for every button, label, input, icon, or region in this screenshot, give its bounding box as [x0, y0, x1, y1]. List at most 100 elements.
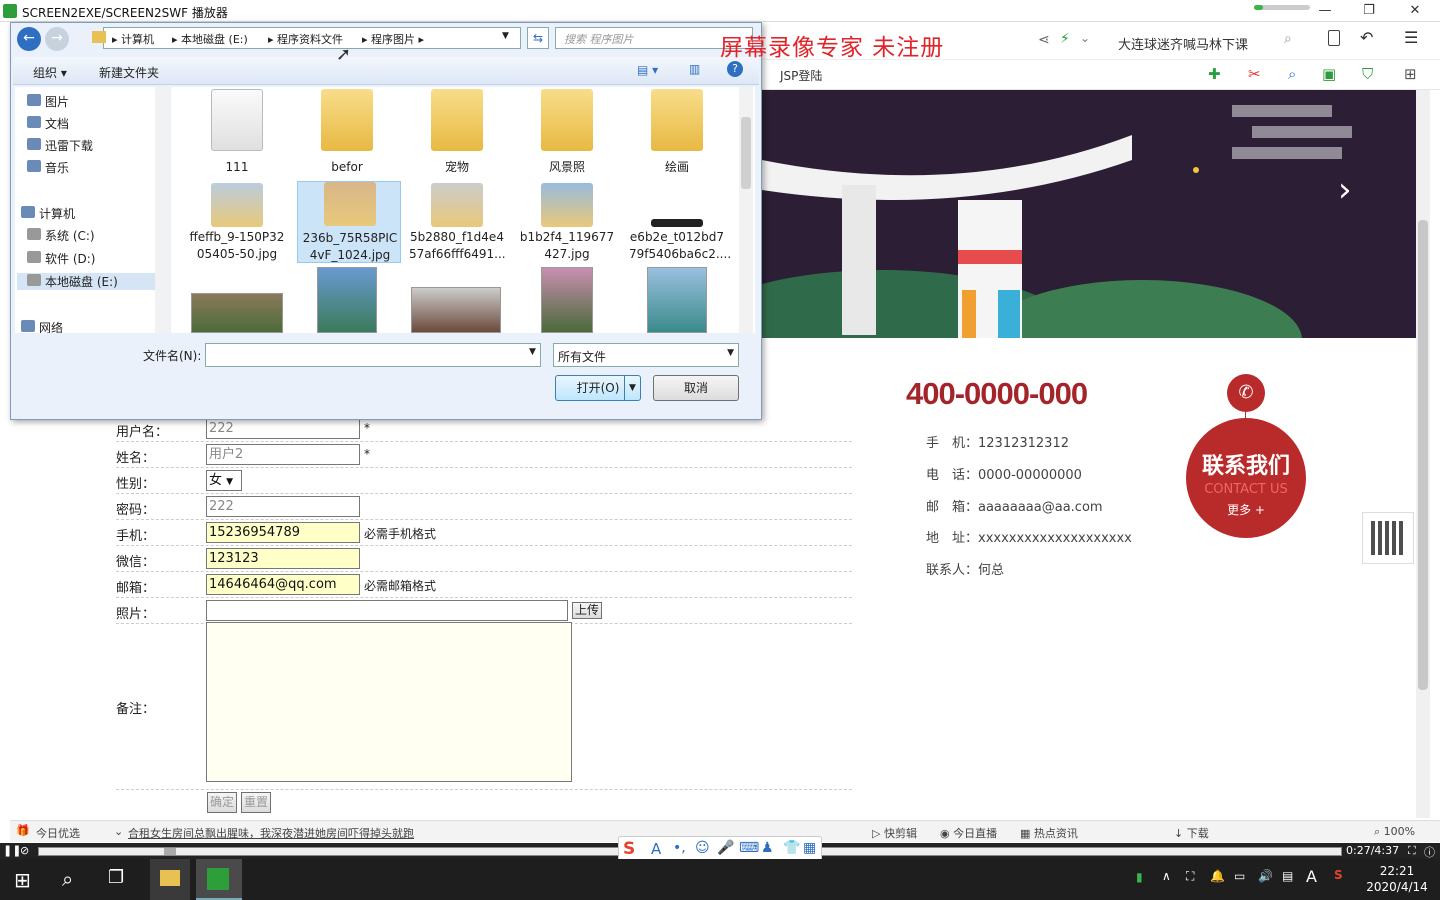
- zoom-level[interactable]: ⌕ 100%: [1374, 825, 1415, 839]
- image-file-item[interactable]: ffeffb_9-150P32 05405-50.jpg: [189, 183, 285, 273]
- user-icon[interactable]: ♟: [761, 840, 774, 856]
- nav-drive-c[interactable]: 系统 (C:): [27, 227, 95, 244]
- seek-knob[interactable]: [164, 848, 177, 855]
- filetype-select[interactable]: 所有文件 ▼: [553, 343, 739, 367]
- nav-scrollbar[interactable]: [155, 87, 169, 333]
- nav-pictures[interactable]: 图片: [27, 93, 69, 110]
- page-scrollbar[interactable]: [1416, 90, 1430, 818]
- lightning-icon[interactable]: ⚡: [1060, 31, 1070, 47]
- page-scrollbar-thumb[interactable]: [1418, 220, 1428, 690]
- upload-button[interactable]: 上传: [572, 602, 602, 619]
- image-thumbnail[interactable]: [541, 267, 593, 333]
- clock[interactable]: 22:21 2020/4/14: [1362, 863, 1432, 895]
- nav-drive-d[interactable]: 软件 (D:): [27, 250, 95, 267]
- hot-news-link[interactable]: ▦ 热点资讯: [1020, 825, 1078, 841]
- folder-item[interactable]: befor: [299, 89, 395, 179]
- filename-dropdown-icon[interactable]: ▼: [529, 347, 536, 357]
- keyboard-icon[interactable]: ⌨: [739, 840, 759, 856]
- quick-edit-link[interactable]: ▷ 快剪辑: [872, 825, 917, 841]
- refresh-icon[interactable]: ⇆: [527, 27, 549, 49]
- email-input[interactable]: 14646464@qq.com: [206, 574, 360, 595]
- password-input[interactable]: 222: [206, 496, 360, 517]
- image-file-item[interactable]: b1b2f4_119677 427.jpg: [519, 183, 615, 273]
- banner-next-arrow-icon[interactable]: ›: [1338, 170, 1352, 210]
- contact-us-badge[interactable]: 联系我们 CONTACT US 更多 +: [1186, 418, 1306, 538]
- menu-icon[interactable]: ☰: [1404, 28, 1418, 47]
- display-icon[interactable]: ▭: [1234, 869, 1245, 883]
- mobile-input[interactable]: 15236954789: [206, 522, 360, 543]
- volume-icon[interactable]: 🔊: [1258, 869, 1273, 883]
- microphone-icon[interactable]: 🎤: [717, 840, 734, 856]
- file-scrollbar-thumb[interactable]: [741, 117, 751, 189]
- badge-more-link[interactable]: 更多 +: [1186, 501, 1306, 518]
- apps-icon[interactable]: ⊞: [1404, 65, 1417, 83]
- nav-computer[interactable]: 计算机: [21, 205, 75, 222]
- remark-textarea[interactable]: [206, 622, 572, 782]
- breadcrumb-drive-e[interactable]: ▸ 本地磁盘 (E:): [172, 31, 248, 47]
- preview-pane-icon[interactable]: ▥: [689, 62, 700, 76]
- address-bar[interactable]: ▸ 计算机 ▸ 本地磁盘 (E:) ▸ 程序资料文件 ▸ 程序图片 ▸ ▼: [92, 27, 521, 49]
- help-icon[interactable]: ?: [727, 61, 743, 77]
- live-link[interactable]: ◉ 今日直播: [940, 825, 997, 841]
- nav-thunder-downloads[interactable]: 迅雷下载: [27, 137, 93, 154]
- view-options-icon[interactable]: ▤ ▾: [637, 63, 658, 77]
- address-dropdown-icon[interactable]: ▼: [502, 31, 509, 41]
- share-icon[interactable]: ⋖: [1038, 32, 1050, 48]
- image-thumbnail[interactable]: [411, 287, 501, 333]
- organize-button[interactable]: 组织 ▾: [33, 64, 67, 81]
- minimize-button[interactable]: —: [1310, 2, 1340, 20]
- toolbox-icon[interactable]: ▦: [803, 840, 816, 856]
- ime-indicator[interactable]: A: [1306, 867, 1317, 886]
- scissors-icon[interactable]: ✂: [1248, 65, 1261, 83]
- new-folder-button[interactable]: 新建文件夹: [99, 64, 159, 81]
- close-button[interactable]: ✕: [1400, 2, 1430, 20]
- sogou-logo-icon[interactable]: S: [623, 839, 635, 859]
- search-icon[interactable]: ⌕: [62, 867, 73, 891]
- nav-documents[interactable]: 文档: [27, 115, 69, 132]
- info-icon[interactable]: ⓘ: [1424, 844, 1435, 860]
- notification-icon[interactable]: 🔔: [1210, 869, 1225, 883]
- fullscreen-icon[interactable]: ⛶: [1408, 844, 1416, 858]
- windows-start-icon[interactable]: ⊞: [14, 868, 31, 892]
- back-arrow-icon[interactable]: ←: [17, 27, 41, 51]
- player-taskbar-button[interactable]: [196, 859, 242, 900]
- name-input[interactable]: 用户2: [206, 444, 360, 465]
- folder-item[interactable]: 风景照: [519, 89, 615, 179]
- breadcrumb-program-images[interactable]: ▸ 程序图片 ▸: [362, 31, 424, 47]
- sogou-tray-icon[interactable]: S: [1334, 868, 1343, 882]
- pause-icon[interactable]: ❚❚: [3, 844, 21, 857]
- battery-icon[interactable]: ▮: [1136, 870, 1143, 884]
- filename-input[interactable]: [205, 343, 541, 367]
- image-file-item[interactable]: 5b2880_f1d4e4 57af66fff6491...: [409, 183, 506, 273]
- emoji-icon[interactable]: ☺: [695, 840, 710, 856]
- search-icon[interactable]: ⌕: [1284, 31, 1292, 47]
- file-explorer-taskbar-button[interactable]: [150, 859, 190, 900]
- news-ticker[interactable]: 大连球迷齐喊马林下课: [1118, 34, 1248, 53]
- file-item[interactable]: 111: [189, 89, 285, 179]
- translate-icon[interactable]: ✚: [1208, 65, 1221, 83]
- tab-jsp-login[interactable]: JSP登陆: [780, 67, 822, 84]
- open-button[interactable]: 打开(O) ▼: [555, 375, 641, 401]
- chevron-down-icon[interactable]: ⌄: [1080, 31, 1090, 45]
- action-center-icon[interactable]: ▤: [1282, 869, 1293, 883]
- today-picks[interactable]: 今日优选: [36, 825, 80, 841]
- image-file-item-selected[interactable]: 236b_75R58PIC 4vF_1024.jpg: [297, 181, 401, 263]
- cancel-button[interactable]: 取消: [653, 375, 739, 401]
- shield-icon[interactable]: ⛉: [1362, 65, 1373, 83]
- network-tray-icon[interactable]: ⛶: [1186, 869, 1194, 884]
- task-view-icon[interactable]: ❐: [108, 867, 124, 888]
- folder-item[interactable]: 宠物: [409, 89, 505, 179]
- device-icon[interactable]: [1328, 30, 1340, 46]
- nav-music[interactable]: 音乐: [27, 159, 69, 176]
- gender-select[interactable]: 女 ▼: [206, 470, 242, 491]
- news-headline-link[interactable]: 合租女生房间总飘出腥味，我深夜潜进她房间吓得掉头就跑: [128, 825, 414, 841]
- image-thumbnail[interactable]: [191, 293, 283, 333]
- image-thumbnail[interactable]: [317, 267, 377, 333]
- download-link[interactable]: ↓ 下载: [1174, 825, 1209, 841]
- breadcrumb-program-files[interactable]: ▸ 程序资料文件: [268, 31, 343, 47]
- image-thumbnail[interactable]: [647, 267, 707, 333]
- photo-path-input[interactable]: [206, 600, 568, 621]
- nav-drive-e[interactable]: 本地磁盘 (E:): [17, 273, 165, 290]
- open-dropdown-icon[interactable]: ▼: [624, 376, 640, 400]
- find-icon[interactable]: ⌕: [1288, 65, 1296, 83]
